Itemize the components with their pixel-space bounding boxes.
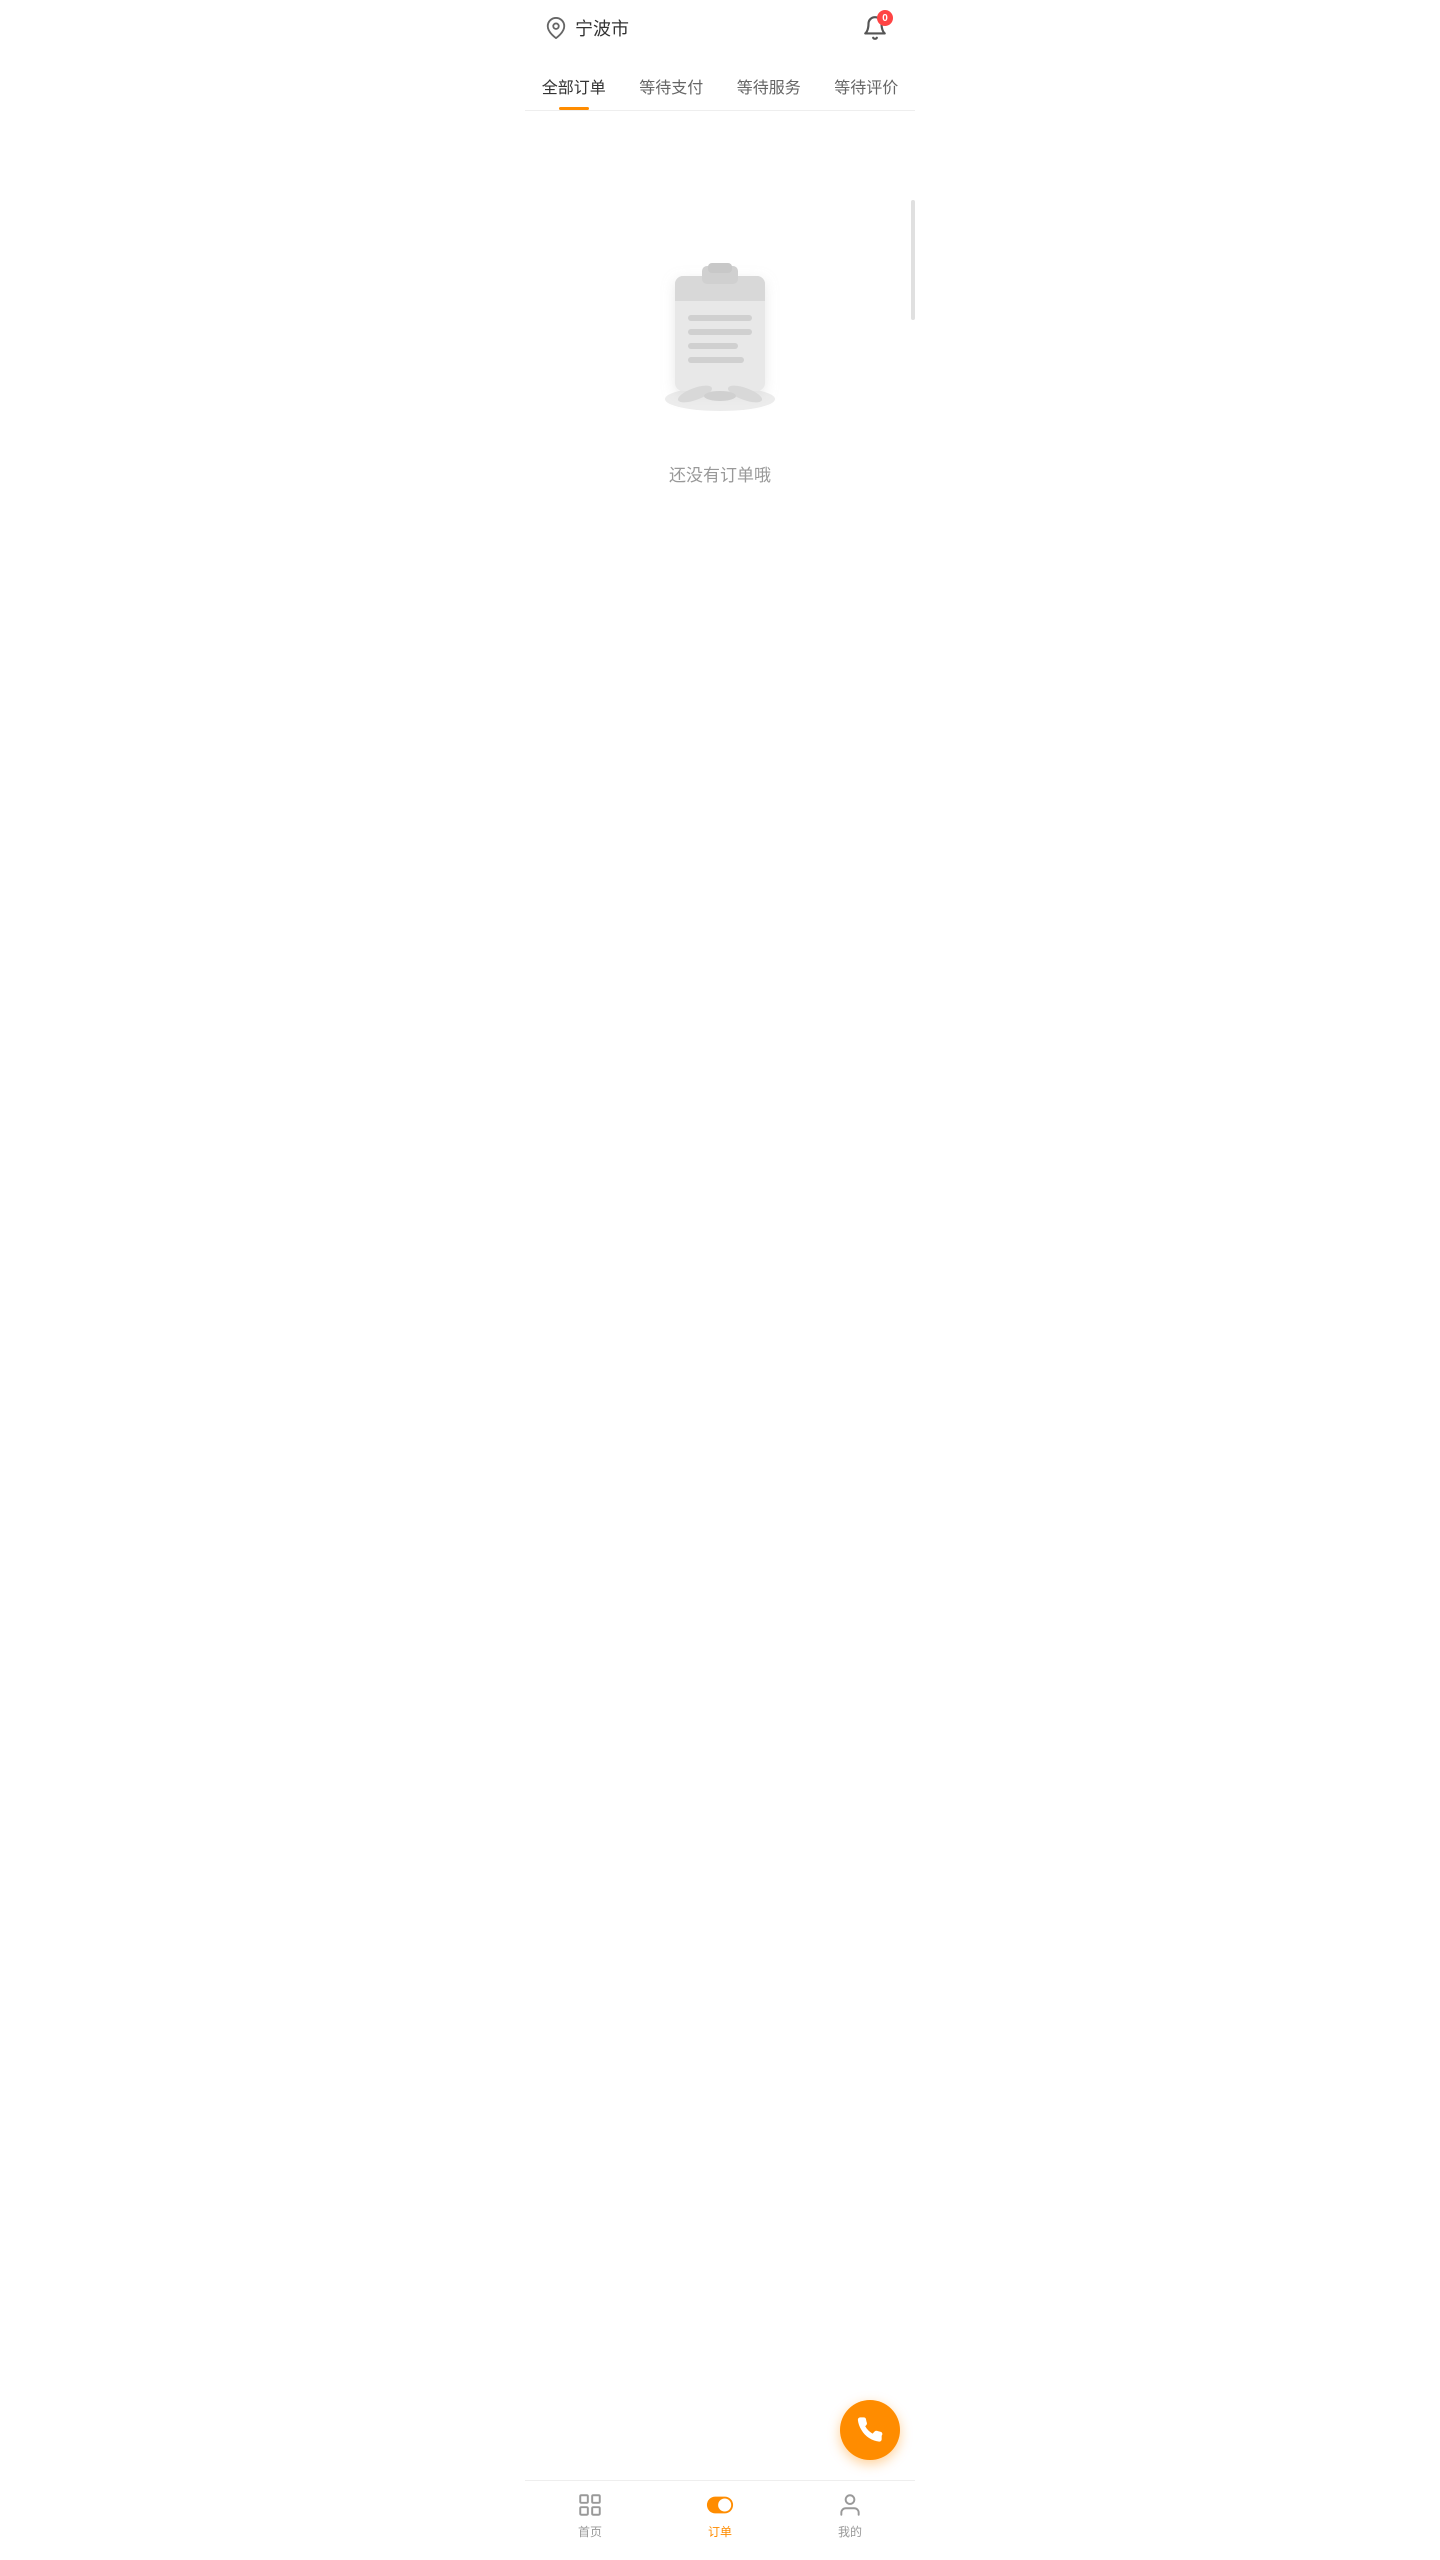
order-icon xyxy=(706,2491,734,2519)
phone-icon xyxy=(856,2416,884,2444)
empty-illustration xyxy=(620,231,820,431)
nav-item-home[interactable]: 首页 xyxy=(525,2491,655,2540)
tab-bar: 全部订单 等待支付 等待服务 等待评价 xyxy=(525,60,915,111)
nav-item-order[interactable]: 订单 xyxy=(655,2491,785,2540)
mine-label: 我的 xyxy=(838,2523,862,2540)
location-icon xyxy=(545,17,567,39)
tab-pending-review[interactable]: 等待评价 xyxy=(818,60,916,110)
bottom-nav: 首页 订单 我的 xyxy=(525,2480,915,2560)
empty-message: 还没有订单哦 xyxy=(669,461,771,486)
home-icon xyxy=(576,2491,604,2519)
notification-badge: 0 xyxy=(877,10,893,26)
header: 宁波市 0 xyxy=(525,0,915,60)
order-label: 订单 xyxy=(708,2523,732,2540)
tab-all-orders[interactable]: 全部订单 xyxy=(525,60,623,110)
call-fab-button[interactable] xyxy=(840,2400,900,2460)
empty-state: 还没有订单哦 xyxy=(525,111,915,566)
content-area: 还没有订单哦 xyxy=(525,111,915,2511)
mine-icon xyxy=(836,2491,864,2519)
location-section[interactable]: 宁波市 xyxy=(545,15,629,41)
city-name: 宁波市 xyxy=(575,15,629,41)
tab-pending-service[interactable]: 等待服务 xyxy=(720,60,818,110)
home-label: 首页 xyxy=(578,2523,602,2540)
tab-pending-pay[interactable]: 等待支付 xyxy=(623,60,721,110)
nav-item-mine[interactable]: 我的 xyxy=(785,2491,915,2540)
scroll-indicator xyxy=(911,200,915,320)
notification-button[interactable]: 0 xyxy=(855,8,895,48)
